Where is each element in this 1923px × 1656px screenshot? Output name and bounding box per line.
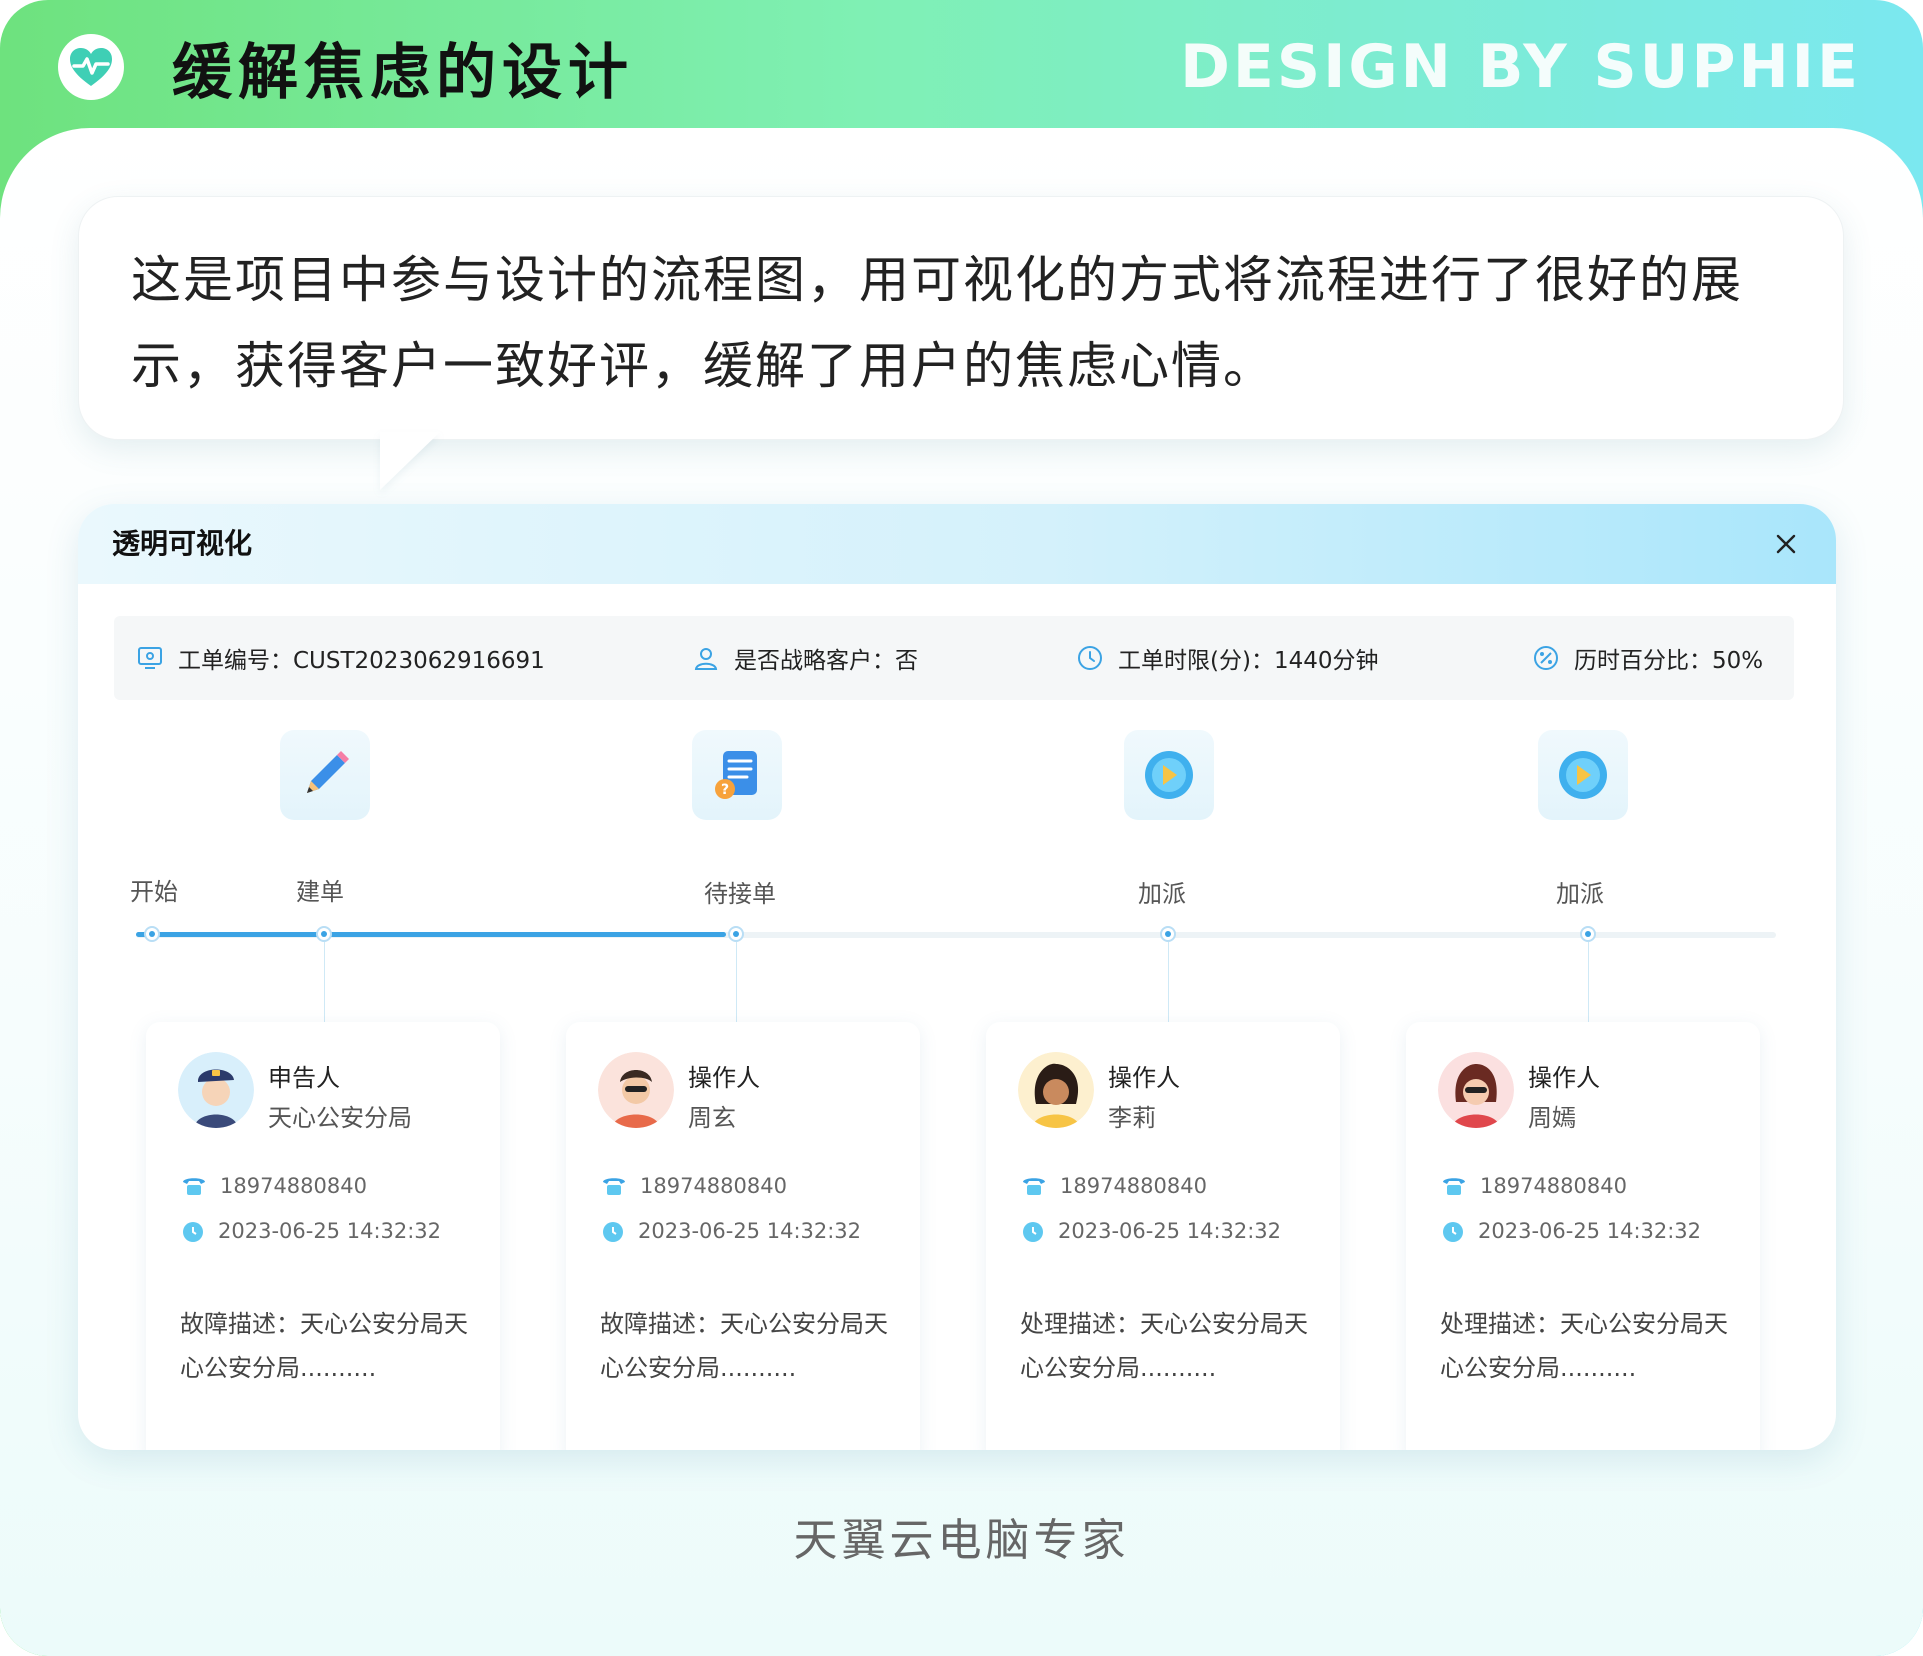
page-title: 缓解焦虑的设计 [172,38,634,108]
card-time: 2023-06-25 14:32:32 [1478,1219,1702,1243]
card-phone-row: 18974880840 [1440,1174,1627,1198]
card-phone-row: 18974880840 [180,1174,367,1198]
phone-icon [1023,1178,1045,1195]
clock-icon [1443,1222,1463,1242]
card-description: 处理描述：天心公安分局天心公安分局.......... [1440,1310,1728,1382]
phone-icon [603,1178,625,1195]
percent-text: 历时百分比：50% [1574,648,1764,674]
panel-header: 透明可视化 [78,504,1836,584]
connector-1 [324,942,325,1022]
connector-2 [736,942,737,1022]
step-card-1[interactable]: 申告人 天心公安分局 18974880840 2023-06-25 14:32:… [146,1022,500,1450]
time-limit-text: 工单时限(分)：1440分钟 [1118,648,1379,674]
close-button[interactable] [1766,524,1806,564]
card-name: 周嫣 [1528,1104,1576,1132]
step-label-2: 待接单 [704,880,776,908]
step-label-3: 加派 [1138,880,1186,908]
card-time-row: 2023-06-25 14:32:32 [1020,1218,1281,1244]
card-time: 2023-06-25 14:32:32 [1058,1219,1282,1243]
bubble-text: 这是项目中参与设计的流程图，用可视化的方式将流程进行了很好的展示，获得客户一致好… [131,251,1743,395]
progress-fill [136,932,726,937]
step-card-3[interactable]: 操作人 李莉 18974880840 2023-06-25 14:32:32 处… [986,1022,1340,1450]
svg-text:?: ? [721,782,729,798]
order-number-text: 工单编号：CUST2023062916691 [178,648,545,674]
card-phone: 18974880840 [1480,1174,1627,1198]
woman-avatar [1018,1052,1094,1128]
order-info-bar: 工单编号：CUST2023062916691 是否战略客户：否 工单时限(分)：… [114,616,1794,700]
time-limit-item: 工单时限(分)：1440分钟 [1076,616,1378,700]
flow-steps: 开始 建单 ? 待接单 加派 加派 申告人 天心公安分局 18974880840… [78,704,1836,1450]
speech-bubble: 这是项目中参与设计的流程图，用可视化的方式将流程进行了很好的展示，获得客户一致好… [78,196,1844,440]
strategic-customer-item: 是否战略客户：否 [692,616,918,700]
phone-icon [1443,1178,1465,1195]
design-by-label: DESIGN BY SUPHIE [1180,32,1861,102]
timeline-node-3 [1160,926,1176,942]
card-name: 李莉 [1108,1104,1156,1132]
card-phone-row: 18974880840 [600,1174,787,1198]
card-time: 2023-06-25 14:32:32 [218,1219,442,1243]
card-phone: 18974880840 [1060,1174,1207,1198]
card-role: 申告人 [268,1064,340,1092]
heart-pulse-icon [58,34,124,100]
card-phone: 18974880840 [640,1174,787,1198]
start-label: 开始 [130,878,178,906]
clock-icon [1078,646,1102,670]
card-role: 操作人 [688,1064,760,1092]
dispatch-icon[interactable] [1538,730,1628,820]
document-icon[interactable]: ? [692,730,782,820]
monitor-icon [138,647,162,669]
clock-icon [603,1222,623,1242]
connector-4 [1588,942,1589,1022]
step-card-4[interactable]: 操作人 周嫣 18974880840 2023-06-25 14:32:32 处… [1406,1022,1760,1450]
step-label-1: 建单 [296,878,344,906]
close-icon [1776,534,1796,554]
card-time-row: 2023-06-25 14:32:32 [600,1218,861,1244]
timeline-node-2 [728,926,744,942]
man-avatar [598,1052,674,1128]
card-description: 处理描述：天心公安分局天心公安分局.......... [1020,1310,1308,1382]
bubble-tail [380,432,440,490]
dispatch-icon[interactable] [1124,730,1214,820]
card-name: 周玄 [688,1104,736,1132]
woman-sunglasses-avatar [1438,1052,1514,1128]
pencil-icon[interactable] [280,730,370,820]
page: 缓解焦虑的设计 DESIGN BY SUPHIE 这是项目中参与设计的流程图，用… [0,0,1923,1656]
card-name: 天心公安分局 [268,1104,412,1132]
clock-icon [183,1222,203,1242]
card-phone: 18974880840 [220,1174,367,1198]
phone-icon [183,1178,205,1195]
card-description: 故障描述：天心公安分局天心公安分局.......... [180,1310,468,1382]
footer-brand: 天翼云电脑专家 [793,1515,1130,1566]
card-role: 操作人 [1108,1064,1180,1092]
timeline-node-start [144,926,160,942]
card-role: 操作人 [1528,1064,1600,1092]
step-card-2[interactable]: 操作人 周玄 18974880840 2023-06-25 14:32:32 故… [566,1022,920,1450]
card-description: 故障描述：天心公安分局天心公安分局.......... [600,1310,888,1382]
step-label-4: 加派 [1556,880,1604,908]
card-time-row: 2023-06-25 14:32:32 [180,1218,441,1244]
card-time-row: 2023-06-25 14:32:32 [1440,1218,1701,1244]
visualization-panel: 透明可视化 工单编号：CUST2023062916691 是否战略客户：否 工单… [78,504,1836,1450]
percent-icon [1534,646,1558,670]
clock-icon [1023,1222,1043,1242]
percent-item: 历时百分比：50% [1532,616,1763,700]
timeline-node-4 [1580,926,1596,942]
strategic-customer-text: 是否战略客户：否 [734,648,918,674]
timeline-node-1 [316,926,332,942]
card-phone-row: 18974880840 [1020,1174,1207,1198]
card-time: 2023-06-25 14:32:32 [638,1219,862,1243]
panel-title: 透明可视化 [112,527,253,560]
connector-3 [1168,942,1169,1022]
user-icon [694,648,718,670]
police-avatar [178,1052,254,1128]
order-number-item: 工单编号：CUST2023062916691 [136,616,545,700]
